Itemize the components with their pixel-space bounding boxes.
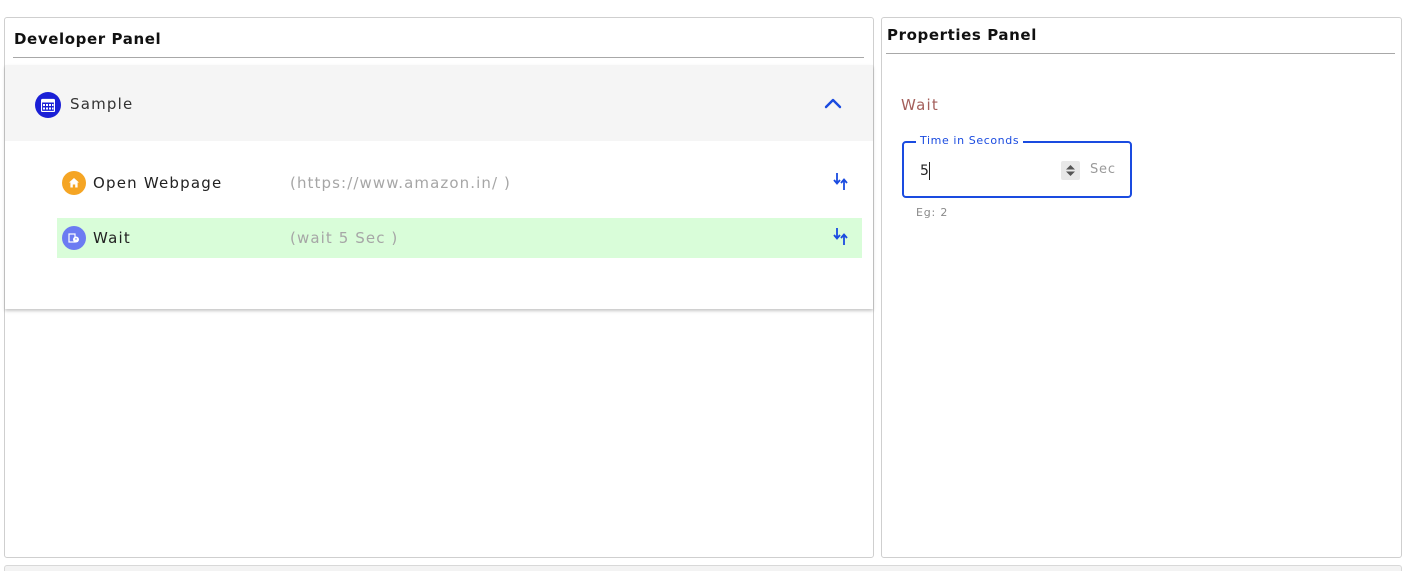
divider [13, 57, 864, 58]
calendar-icon [35, 92, 61, 118]
timer-icon [62, 226, 86, 250]
developer-panel: Developer Panel Sample Open Webpage (htt… [4, 17, 874, 558]
divider [886, 53, 1395, 54]
sort-arrows-icon[interactable] [832, 171, 850, 193]
step-row-open-webpage[interactable]: Open Webpage (https://www.amazon.in/ ) [57, 163, 862, 203]
bottom-panel-edge [4, 565, 1402, 571]
step-row-wait[interactable]: Wait (wait 5 Sec ) [57, 218, 862, 258]
step-detail: (https://www.amazon.in/ ) [290, 174, 511, 192]
time-unit: Sec [1090, 162, 1116, 177]
chevron-up-icon[interactable] [821, 93, 845, 113]
property-heading: Wait [901, 96, 939, 114]
developer-panel-title: Developer Panel [14, 30, 162, 48]
step-label: Wait [93, 229, 131, 247]
flow-accordion: Sample Open Webpage (https://www.amazon.… [5, 65, 873, 309]
flow-accordion-header[interactable]: Sample [5, 65, 873, 141]
properties-panel: Properties Panel Wait Time in Seconds Se… [881, 17, 1402, 558]
time-field-hint: Eg: 2 [916, 206, 949, 219]
sort-arrows-icon[interactable] [832, 226, 850, 248]
flow-name: Sample [70, 95, 134, 113]
step-detail: (wait 5 Sec ) [290, 229, 399, 247]
time-in-seconds-field[interactable]: Time in Seconds Sec [902, 134, 1132, 198]
time-input[interactable] [920, 161, 1060, 181]
step-label: Open Webpage [93, 174, 223, 192]
properties-panel-title: Properties Panel [887, 26, 1037, 44]
number-stepper-icon[interactable] [1061, 161, 1080, 180]
home-icon [62, 171, 86, 195]
text-caret [929, 162, 930, 180]
time-field-label: Time in Seconds [916, 134, 1024, 147]
